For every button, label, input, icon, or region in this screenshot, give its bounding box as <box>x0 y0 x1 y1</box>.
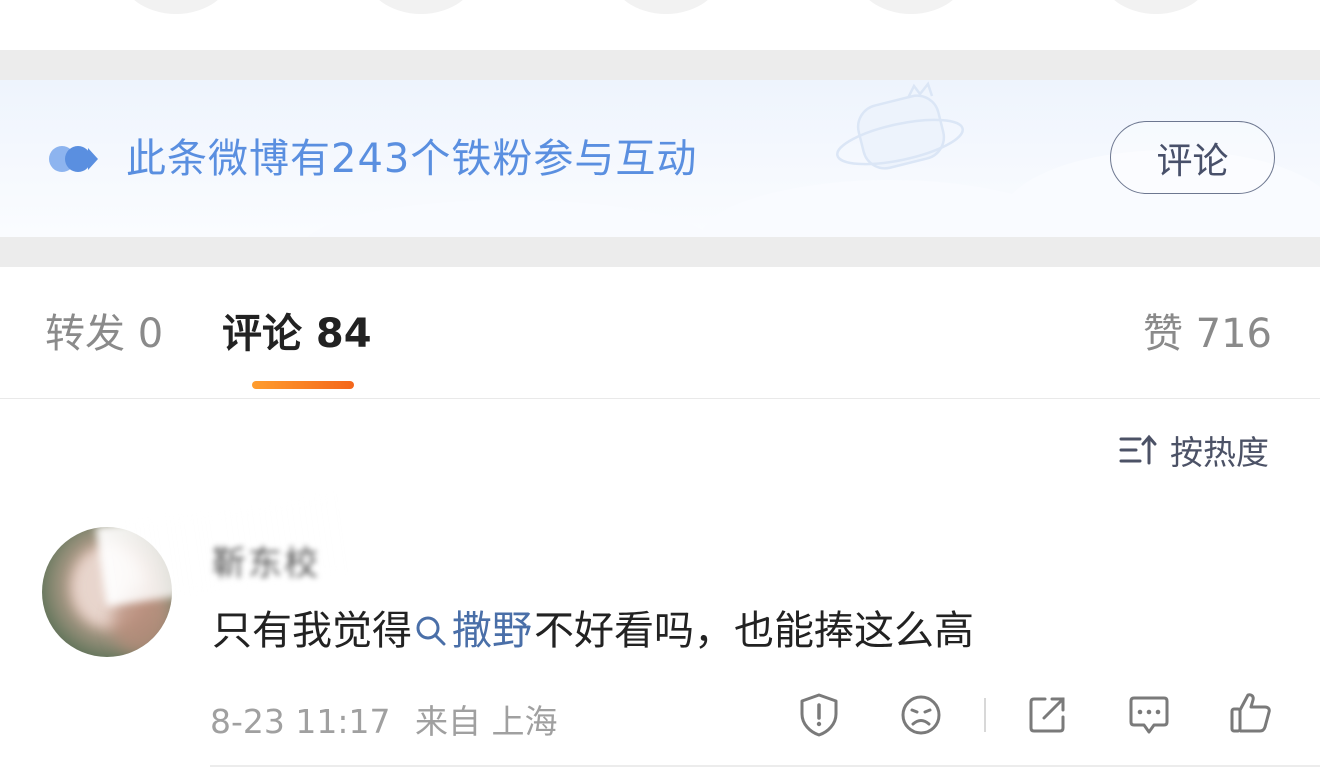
sort-icon <box>1119 434 1157 465</box>
top-icon-circle[interactable] <box>610 0 722 14</box>
tab-repost[interactable]: 转发 0 <box>45 309 163 359</box>
active-tab-indicator <box>252 381 354 389</box>
comment-text: 只有我觉得 撒野 不好看吗，也能捧这么高 <box>212 606 974 656</box>
banner-cloud <box>300 200 720 237</box>
topic-link[interactable]: 撒野 <box>414 606 532 656</box>
banner-comment-button[interactable]: 评论 <box>1110 121 1275 194</box>
section-divider <box>0 50 1320 80</box>
topic-label: 撒野 <box>452 608 532 654</box>
dislike-button[interactable] <box>896 690 946 740</box>
top-icon-circle[interactable] <box>120 0 232 14</box>
fan-interaction-text: 此条微博有243个铁粉参与互动 <box>126 136 698 182</box>
like-icon <box>1230 693 1271 733</box>
sort-label: 按热度 <box>1170 433 1269 472</box>
comment-username[interactable]: 靳东校 <box>212 536 320 585</box>
dislike-icon <box>901 695 941 735</box>
report-button[interactable] <box>794 690 844 740</box>
top-icon-row <box>0 0 1320 50</box>
sort-toggle[interactable]: 按热度 <box>1118 428 1269 472</box>
action-divider <box>984 698 986 732</box>
comment-text-before: 只有我觉得 <box>212 608 412 654</box>
mascot-decoration-icon <box>836 81 964 170</box>
tab-comment[interactable]: 评论 84 <box>222 309 372 359</box>
top-icon-circle[interactable] <box>365 0 477 14</box>
report-icon <box>800 693 838 737</box>
reply-button[interactable] <box>1124 690 1174 740</box>
top-icon-circle[interactable] <box>855 0 967 14</box>
comment-meta: 8-23 11:17 来自 上海 <box>210 695 572 743</box>
comment-divider <box>210 765 1320 767</box>
comment-source: 来自 上海 <box>415 702 558 741</box>
fan-interaction-banner[interactable]: 此条微博有243个铁粉参与互动 评论 <box>0 80 1320 237</box>
fan-badge-icon <box>49 146 98 172</box>
top-icon-circle[interactable] <box>1100 0 1212 14</box>
comment-text-after: 不好看吗，也能捧这么高 <box>534 608 974 654</box>
comment-time: 8-23 11:17 <box>210 702 391 741</box>
like-button[interactable] <box>1226 688 1276 738</box>
share-button[interactable] <box>1022 690 1072 740</box>
section-divider <box>0 237 1320 267</box>
interaction-tabs: 转发 0 评论 84 赞 716 <box>0 267 1320 399</box>
share-icon <box>1029 697 1065 733</box>
tab-like[interactable]: 赞 716 <box>1143 309 1272 359</box>
reply-icon <box>1129 696 1169 734</box>
search-icon <box>416 616 446 646</box>
